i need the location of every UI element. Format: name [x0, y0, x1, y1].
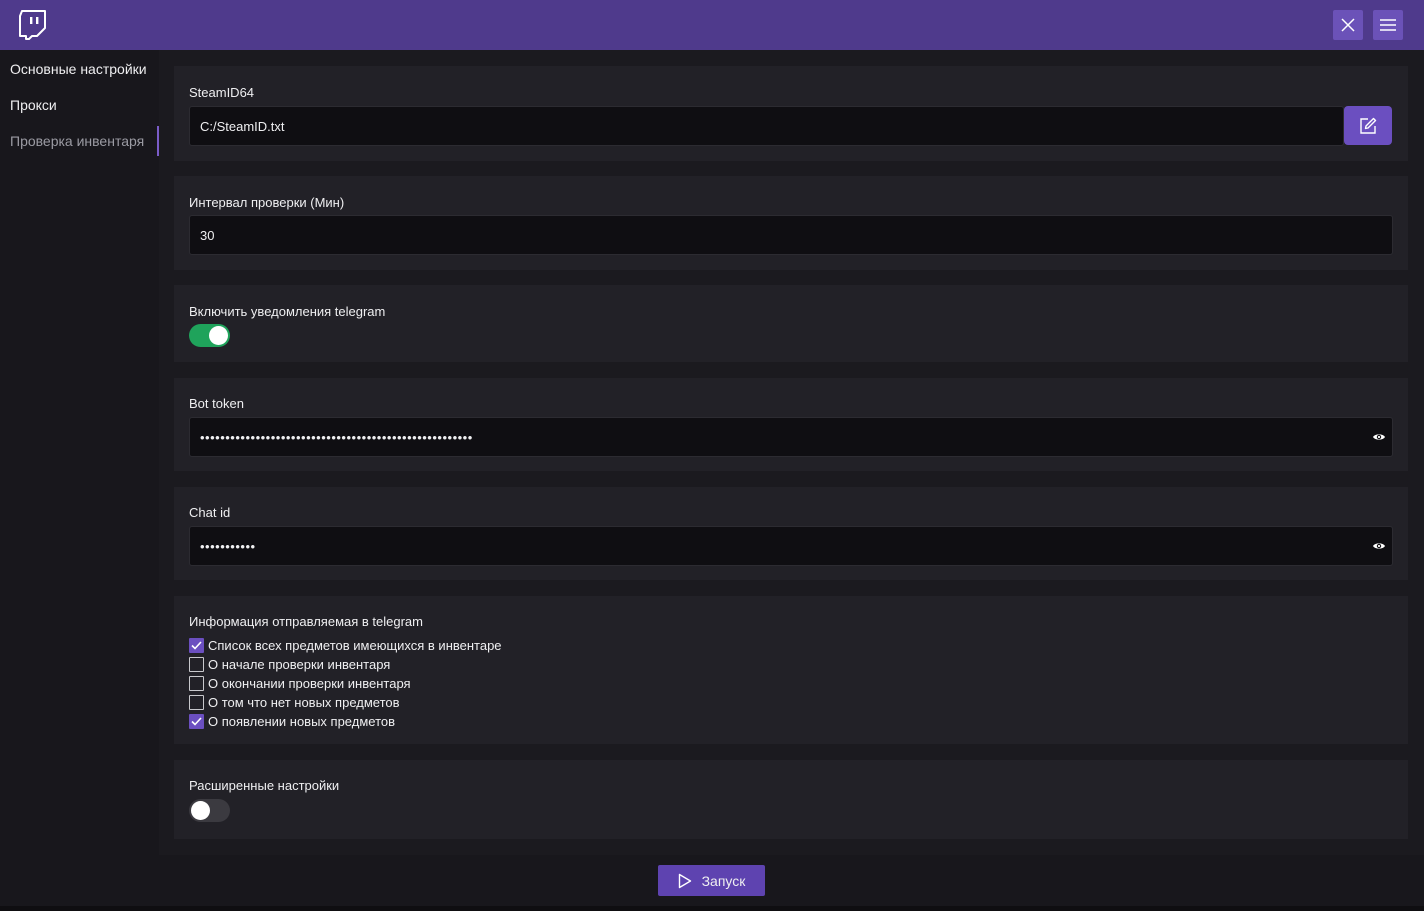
sidebar-item-label: Основные настройки — [10, 61, 147, 77]
checkbox-label: О том что нет новых предметов — [208, 695, 400, 710]
chat-id-label: Chat id — [189, 505, 231, 520]
toggle-knob — [209, 326, 228, 345]
steamid-path-input[interactable]: C:/SteamID.txt — [189, 106, 1344, 146]
interval-input[interactable]: 30 — [189, 215, 1393, 255]
sidebar-item-label: Прокси — [10, 97, 57, 113]
checkbox-check-start[interactable]: О начале проверки инвентаря — [189, 655, 390, 674]
telegram-toggle-label: Включить уведомления telegram — [189, 304, 386, 319]
checkbox-all-items[interactable]: Список всех предметов имеющихся в инвент… — [189, 636, 502, 655]
bot-token-label: Bot token — [189, 396, 244, 411]
checkmark-icon — [191, 641, 202, 650]
sidebar-item-proxy[interactable]: Прокси — [0, 87, 159, 123]
checkbox-no-new-items[interactable]: О том что нет новых предметов — [189, 693, 400, 712]
title-bar — [0, 0, 1424, 50]
footer-bar: Запуск — [0, 855, 1424, 906]
telegram-notifications-toggle[interactable] — [189, 324, 230, 347]
edit-icon — [1360, 117, 1377, 134]
menu-button[interactable] — [1373, 10, 1403, 40]
steamid-label: SteamID64 — [189, 85, 255, 100]
sidebar-item-main-settings[interactable]: Основные настройки — [0, 51, 159, 87]
sidebar-item-inventory-check[interactable]: Проверка инвентаря — [0, 123, 159, 159]
play-icon — [678, 873, 691, 888]
edit-path-button[interactable] — [1344, 106, 1392, 145]
interval-value: 30 — [200, 227, 215, 243]
checkbox[interactable] — [189, 657, 204, 672]
checkbox[interactable] — [189, 676, 204, 691]
bot-token-card: Bot token ••••••••••••••••••••••••••••••… — [174, 378, 1408, 471]
eye-icon[interactable] — [1372, 539, 1386, 553]
bot-token-value: ••••••••••••••••••••••••••••••••••••••••… — [200, 429, 473, 445]
checkbox-label: О окончании проверки инвентаря — [208, 676, 411, 691]
telegram-info-card: Информация отправляемая в telegram Списо… — [174, 596, 1408, 744]
run-button-label: Запуск — [701, 872, 746, 889]
advanced-settings-card: Расширенные настройки — [174, 760, 1408, 839]
chat-id-card: Chat id ••••••••••• — [174, 487, 1408, 580]
checkbox-label: О начале проверки инвентаря — [208, 657, 391, 672]
telegram-info-label: Информация отправляемая в telegram — [189, 614, 423, 629]
advanced-settings-toggle[interactable] — [189, 799, 230, 822]
chat-id-value: ••••••••••• — [200, 538, 256, 554]
interval-card: Интервал проверки (Мин) 30 — [174, 176, 1408, 270]
checkbox-label: О появлении новых предметов — [208, 714, 396, 729]
checkbox[interactable] — [189, 714, 204, 729]
sidebar: Основные настройки Прокси Проверка инвен… — [0, 50, 159, 855]
main-content: SteamID64 C:/SteamID.txt Интервал провер… — [159, 50, 1424, 855]
bot-token-input[interactable]: ••••••••••••••••••••••••••••••••••••••••… — [189, 417, 1393, 457]
eye-icon[interactable] — [1372, 430, 1386, 444]
close-button[interactable] — [1333, 10, 1363, 40]
advanced-settings-label: Расширенные настройки — [189, 778, 340, 793]
chat-id-input[interactable]: ••••••••••• — [189, 526, 1393, 566]
checkbox-label: Список всех предметов имеющихся в инвент… — [208, 638, 502, 653]
checkbox[interactable] — [189, 695, 204, 710]
toggle-knob — [191, 801, 210, 820]
telegram-toggle-card: Включить уведомления telegram — [174, 285, 1408, 362]
sidebar-item-label: Проверка инвентаря — [10, 133, 145, 149]
checkmark-icon — [191, 717, 202, 726]
checkbox-check-end[interactable]: О окончании проверки инвентаря — [189, 674, 411, 693]
steamid-card: SteamID64 C:/SteamID.txt — [174, 66, 1408, 161]
twitch-logo-icon — [19, 10, 46, 40]
hamburger-menu-icon — [1380, 19, 1396, 31]
checkbox[interactable] — [189, 638, 204, 653]
steamid-path-value: C:/SteamID.txt — [200, 118, 285, 134]
bottom-strip — [0, 906, 1424, 911]
run-button[interactable]: Запуск — [658, 865, 765, 896]
interval-label: Интервал проверки (Мин) — [189, 195, 345, 210]
close-icon — [1341, 18, 1355, 32]
checkbox-new-items[interactable]: О появлении новых предметов — [189, 712, 395, 731]
